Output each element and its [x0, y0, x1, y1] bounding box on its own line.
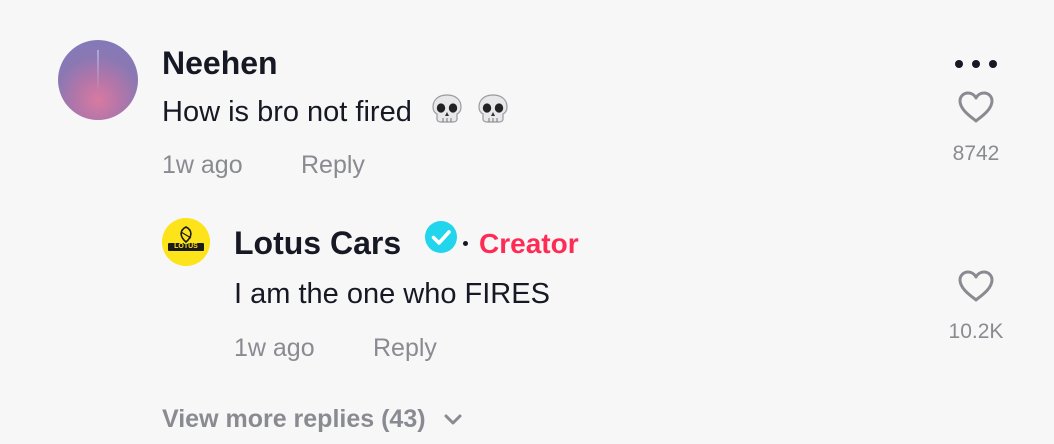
comment-timestamp: 1w ago: [162, 151, 243, 179]
creator-badge: Creator: [479, 228, 579, 259]
more-options-button[interactable]: [952, 54, 1000, 74]
reply-reply-button[interactable]: Reply: [373, 333, 437, 363]
previous-comment-remnant: ˇ ˇ ˇ ˇ: [320, 0, 410, 4]
lotus-logo-icon: [162, 218, 210, 266]
skull-icon: [432, 94, 462, 123]
comment-text: How is bro not fired: [162, 93, 510, 130]
heart-icon[interactable]: [957, 90, 995, 124]
reply-text: I am the one who FIRES: [234, 278, 550, 310]
badge-separator-dot: [463, 241, 468, 246]
comment-reply-button[interactable]: Reply: [301, 150, 365, 180]
heart-icon[interactable]: [957, 269, 995, 303]
view-more-label: View more replies (43): [162, 405, 426, 433]
lotus-avatar[interactable]: LOTUS: [162, 218, 210, 266]
lotus-logo-text: LOTUS: [174, 243, 198, 250]
reply-username[interactable]: Lotus Cars: [234, 223, 401, 263]
reply-like-count: 10.2K: [948, 320, 1004, 343]
skull-icon: [478, 94, 508, 123]
verified-badge-icon: [425, 221, 457, 253]
comment-like-count: 8742: [952, 142, 1000, 165]
reply-timestamp: 1w ago: [234, 334, 315, 362]
chevron-down-icon: [444, 414, 462, 425]
comment-text-content: How is bro not fired: [162, 96, 412, 128]
comment-username[interactable]: Neehen: [162, 43, 278, 83]
view-more-replies-button[interactable]: View more replies (43): [162, 404, 463, 434]
avatar[interactable]: [58, 40, 138, 120]
